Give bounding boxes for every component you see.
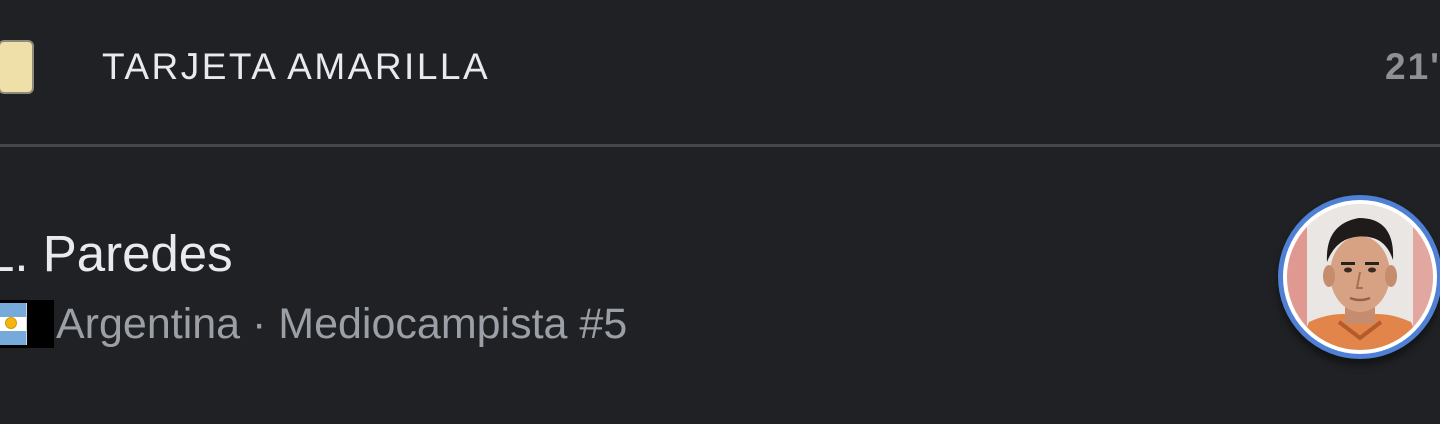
player-country-position: Argentina · Mediocampista #5 bbox=[56, 300, 628, 348]
player-meta: Argentina · Mediocampista #5 bbox=[0, 299, 627, 349]
player-photo bbox=[1287, 204, 1433, 350]
argentina-flag-icon bbox=[0, 300, 54, 348]
player-row[interactable]: L. Paredes Argentina · Mediocampista #5 bbox=[0, 147, 1440, 424]
yellow-card-icon bbox=[0, 40, 34, 94]
event-minute: 21' bbox=[1385, 46, 1440, 87]
event-type-label: TARJETA AMARILLA bbox=[102, 46, 491, 87]
match-event-card: TARJETA AMARILLA 21' L. Paredes Argentin… bbox=[0, 0, 1440, 424]
event-header: TARJETA AMARILLA 21' bbox=[0, 0, 1440, 145]
player-avatar[interactable] bbox=[1278, 195, 1440, 359]
player-name[interactable]: L. Paredes bbox=[0, 225, 233, 283]
